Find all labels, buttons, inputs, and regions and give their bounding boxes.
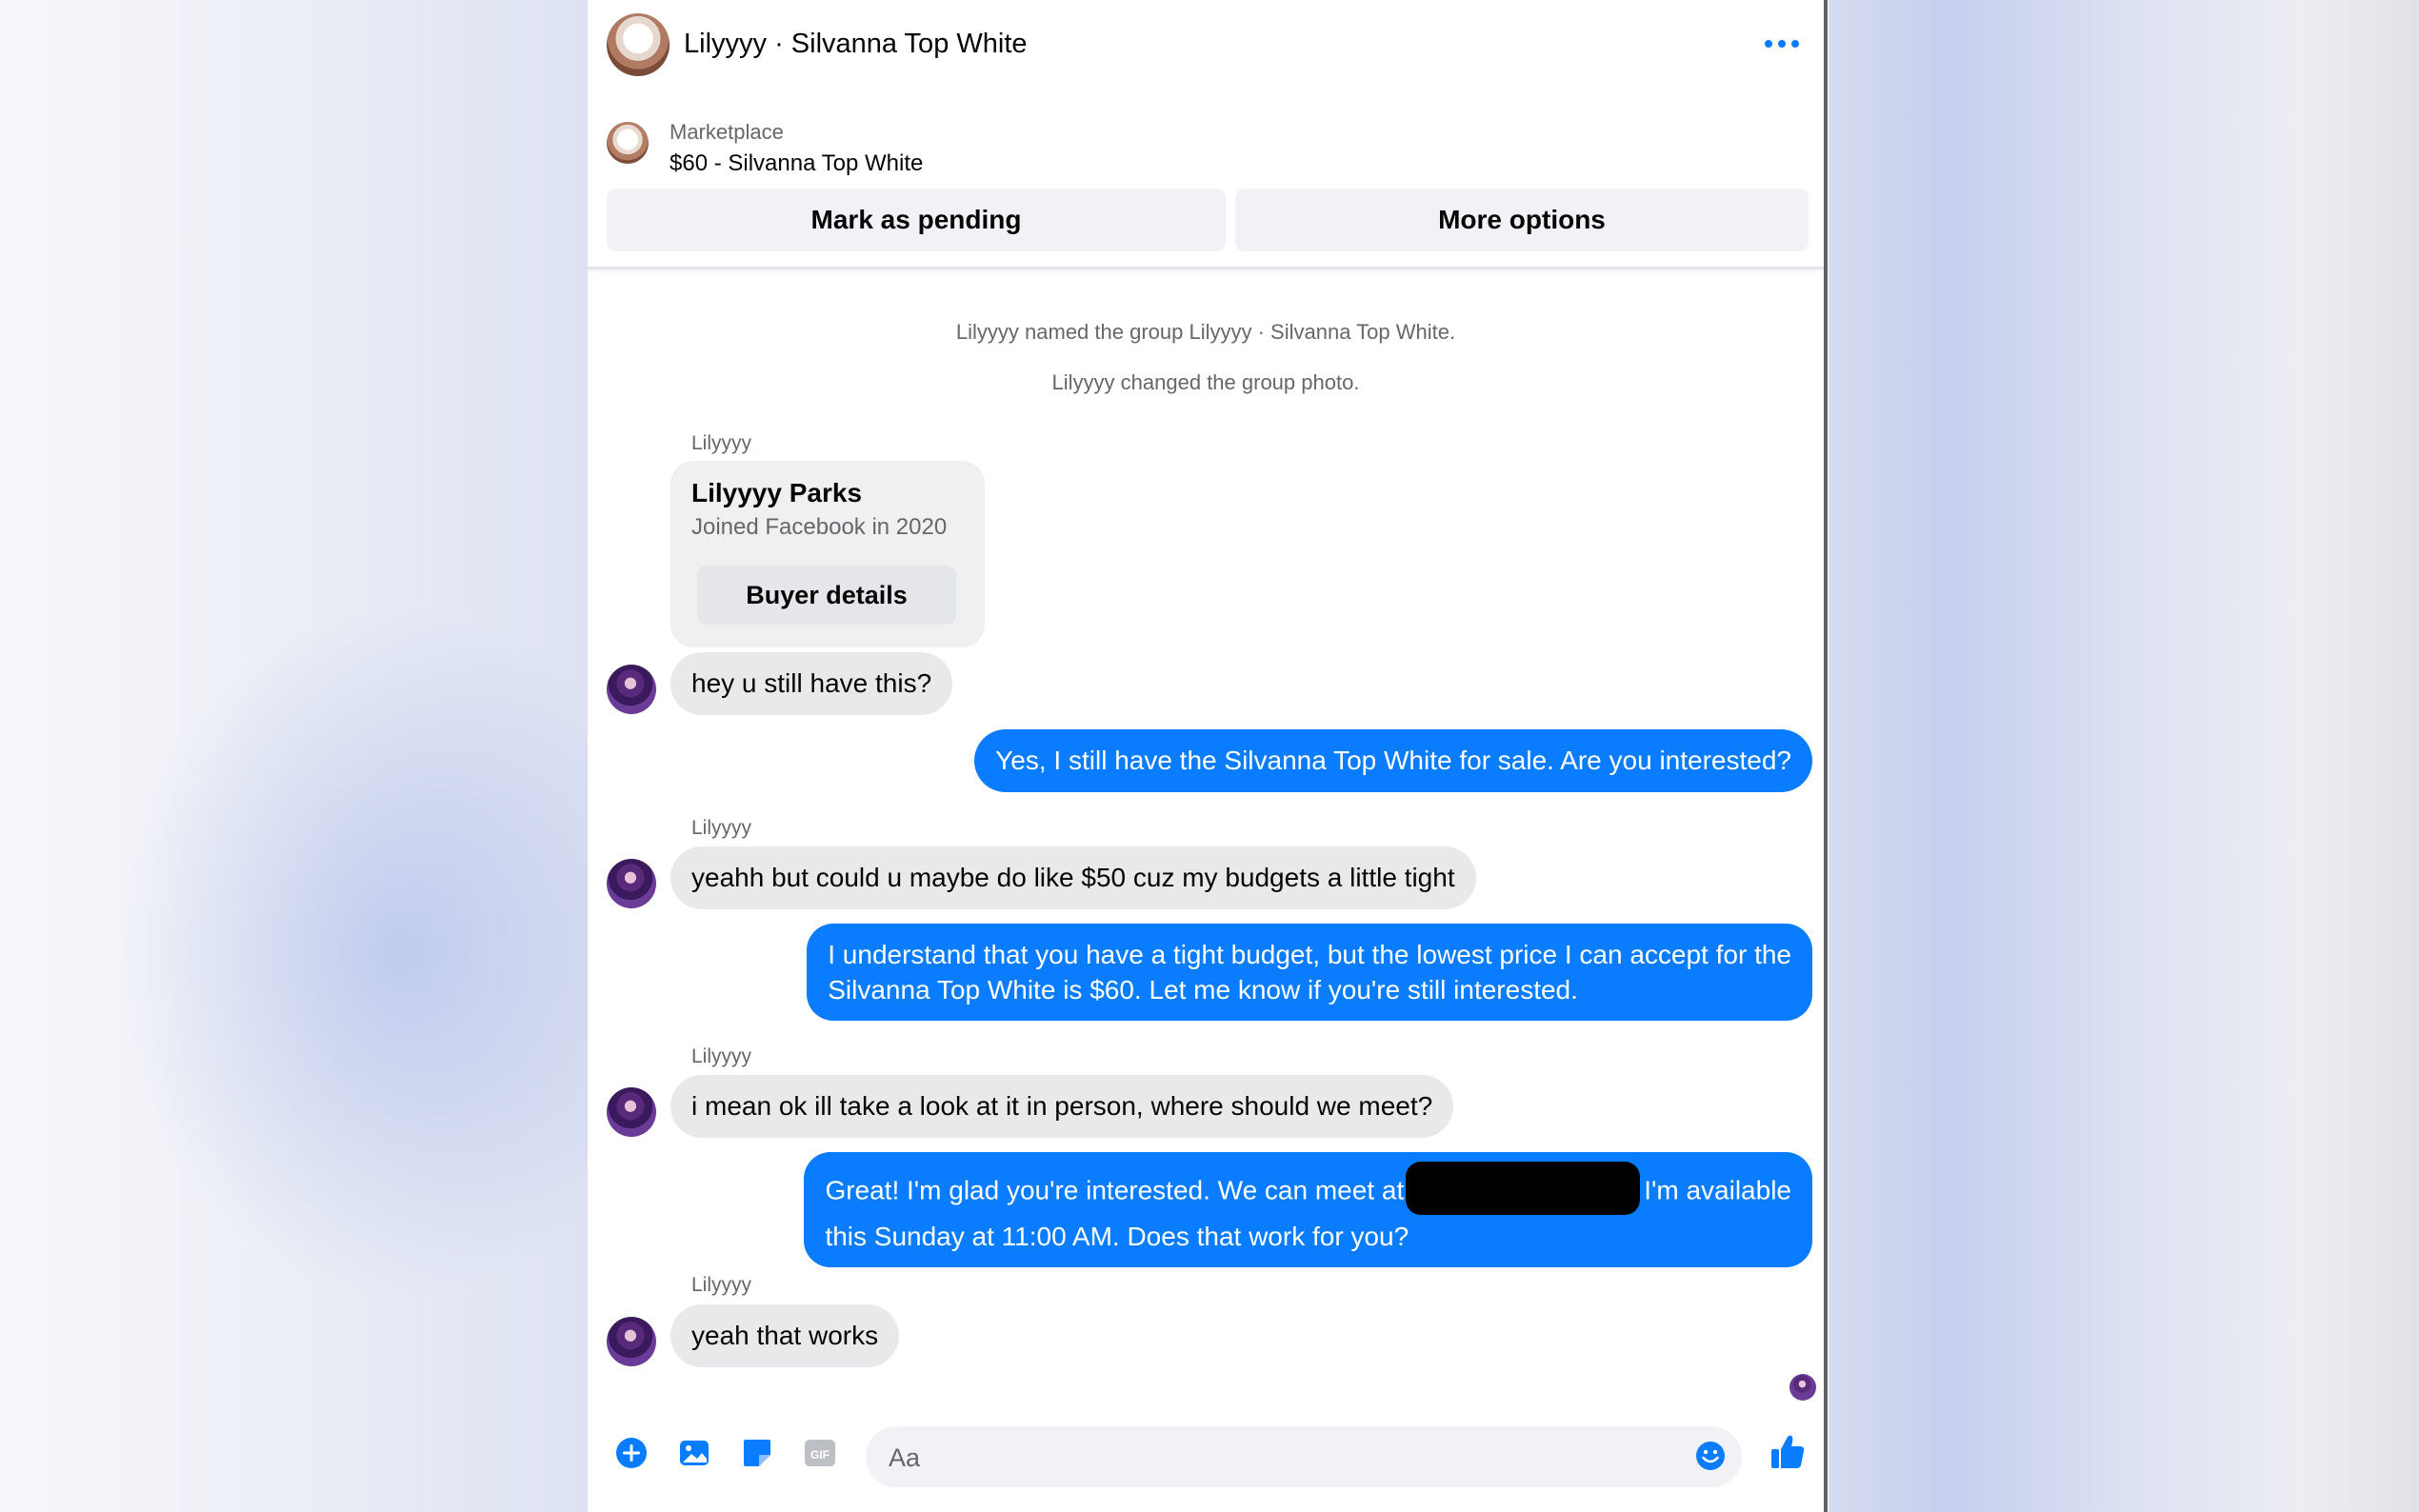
message-text: Great! I'm glad you're interested. We ca… xyxy=(825,1175,1405,1205)
redacted-location xyxy=(1406,1162,1641,1215)
avatar[interactable] xyxy=(607,1317,656,1366)
incoming-message: yeahh but could u maybe do like $50 cuz … xyxy=(670,846,1476,909)
avatar[interactable] xyxy=(607,665,656,714)
mark-as-pending-button[interactable]: Mark as pending xyxy=(607,189,1226,251)
sender-name: Lilyyyy xyxy=(691,432,752,454)
avatar[interactable] xyxy=(607,1087,656,1137)
message-line: Great! I'm glad you're interested. We ca… xyxy=(825,1162,1791,1219)
background-right xyxy=(1829,0,2419,1512)
emoji-icon[interactable] xyxy=(1694,1440,1727,1472)
item-thumbnail[interactable] xyxy=(607,122,649,164)
more-horizontal-icon[interactable] xyxy=(1763,34,1801,53)
sticker-icon[interactable] xyxy=(740,1436,774,1470)
photo-icon[interactable] xyxy=(677,1436,711,1470)
buyer-name: Lilyyyy Parks xyxy=(691,478,863,507)
seen-indicator-avatar xyxy=(1789,1374,1816,1401)
incoming-message: yeah that works xyxy=(670,1304,900,1367)
incoming-message: hey u still have this? xyxy=(670,652,953,715)
message-line: this Sunday at 11:00 AM. Does that work … xyxy=(825,1222,1409,1251)
outgoing-message: I understand that you have a tight budge… xyxy=(807,924,1812,1021)
message-line: I understand that you have a tight budge… xyxy=(828,940,1791,969)
header-divider xyxy=(588,267,1824,269)
message-text: I'm available xyxy=(1644,1175,1791,1205)
sender-name: Lilyyyy xyxy=(691,817,752,839)
incoming-message: i mean ok ill take a look at it in perso… xyxy=(670,1075,1454,1138)
svg-text:GIF: GIF xyxy=(810,1448,830,1462)
gif-icon[interactable]: GIF xyxy=(803,1436,837,1470)
composer-bar: GIF xyxy=(588,1419,1824,1497)
outgoing-message: Yes, I still have the Silvanna Top White… xyxy=(974,729,1812,792)
buyer-details-button[interactable]: Buyer details xyxy=(697,566,956,625)
message-input-box[interactable] xyxy=(866,1426,1742,1489)
system-message: Lilyyyy changed the group photo. xyxy=(1051,370,1360,394)
more-options-button[interactable]: More options xyxy=(1235,189,1809,251)
chat-panel: Lilyyyy · Silvanna Top White Marketplace… xyxy=(588,0,1828,1512)
thumbs-up-icon[interactable] xyxy=(1769,1432,1807,1472)
sender-name: Lilyyyy xyxy=(691,1274,752,1296)
system-message: Lilyyyy named the group Lilyyyy · Silvan… xyxy=(955,320,1456,344)
message-line: Silvanna Top White is $60. Let me know i… xyxy=(828,975,1578,1005)
chat-title[interactable]: Lilyyyy · Silvanna Top White xyxy=(684,29,1028,60)
chat-header: Lilyyyy · Silvanna Top White xyxy=(588,0,1828,93)
group-avatar[interactable] xyxy=(607,13,670,76)
background-left xyxy=(0,0,588,1512)
buyer-card: Lilyyyy Parks Joined Facebook in 2020 Bu… xyxy=(670,461,985,647)
marketplace-label: Marketplace xyxy=(670,120,784,144)
message-input[interactable] xyxy=(887,1426,1671,1489)
buyer-joined: Joined Facebook in 2020 xyxy=(691,514,948,540)
sender-name: Lilyyyy xyxy=(691,1045,752,1067)
plus-circle-icon[interactable] xyxy=(614,1436,649,1470)
outgoing-message: Great! I'm glad you're interested. We ca… xyxy=(804,1152,1812,1267)
listing-title[interactable]: $60 - Silvanna Top White xyxy=(670,150,923,177)
avatar[interactable] xyxy=(607,859,656,908)
